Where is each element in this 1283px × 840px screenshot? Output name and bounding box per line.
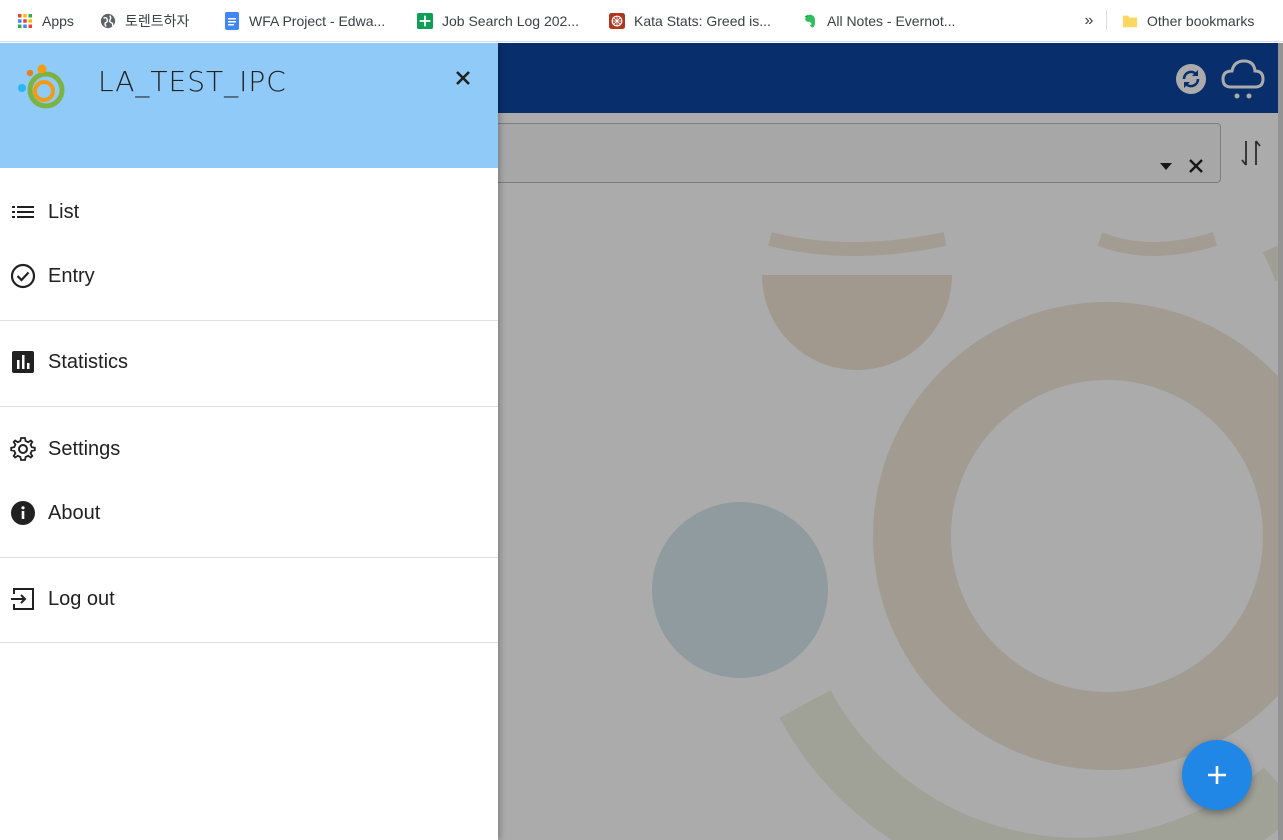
menu-item-logout[interactable]: Log out	[0, 573, 498, 625]
bookmark-wfa-project[interactable]: WFA Project - Edwa...	[216, 6, 393, 36]
bookmark-kata-stats[interactable]: Kata Stats: Greed is...	[601, 6, 779, 36]
bookmarks-bar: Apps 토렌트하자 WFA Project - Edwa... Job Sea…	[0, 0, 1283, 42]
other-bookmarks-button[interactable]: Other bookmarks	[1114, 6, 1262, 36]
info-icon	[10, 500, 36, 526]
apps-grid-icon	[17, 13, 33, 29]
google-sheets-icon	[417, 13, 433, 29]
google-docs-icon	[224, 12, 240, 30]
menu-item-about[interactable]: About	[0, 487, 498, 539]
logout-icon	[10, 586, 36, 612]
navigation-drawer: LA_TEST_IPC List Entry Statistics Settin…	[0, 43, 498, 840]
bookmark-label: Apps	[42, 13, 74, 29]
bookmark-apps[interactable]: Apps	[9, 6, 82, 36]
app-logo-icon	[18, 64, 65, 109]
menu-item-settings[interactable]: Settings	[0, 423, 498, 475]
app-window: LA_TEST_IPC List Entry Statistics Settin…	[0, 43, 1283, 840]
bookmarks-separator	[1106, 10, 1107, 30]
menu-item-label: Log out	[48, 587, 115, 610]
check-circle-icon	[10, 263, 36, 289]
bookmark-label: All Notes - Evernot...	[827, 13, 956, 29]
codewars-icon	[609, 13, 625, 29]
add-button[interactable]	[1182, 740, 1252, 810]
menu-item-label: List	[48, 200, 80, 223]
plus-icon	[1208, 766, 1226, 784]
menu-divider	[0, 642, 498, 643]
menu-item-label: Entry	[48, 264, 95, 287]
more-bookmarks-button[interactable]: »	[1080, 6, 1098, 36]
bookmark-job-search-log[interactable]: Job Search Log 202...	[409, 6, 587, 36]
evernote-icon	[802, 13, 818, 29]
bar-chart-icon	[10, 349, 36, 375]
menu-item-label: Settings	[48, 437, 121, 460]
menu-divider	[0, 557, 498, 558]
drawer-header: LA_TEST_IPC	[0, 43, 498, 168]
menu-item-statistics[interactable]: Statistics	[0, 336, 498, 388]
menu-item-label: Statistics	[48, 350, 129, 373]
bookmark-label: Other bookmarks	[1147, 13, 1255, 29]
drawer-title: LA_TEST_IPC	[98, 65, 287, 98]
bookmark-label: Job Search Log 202...	[442, 13, 579, 29]
menu-item-entry[interactable]: Entry	[0, 250, 498, 302]
globe-icon	[100, 13, 116, 29]
menu-divider	[0, 320, 498, 321]
menu-item-label: About	[48, 501, 101, 524]
list-icon	[10, 199, 36, 225]
folder-icon	[1122, 13, 1138, 29]
close-icon[interactable]	[450, 65, 476, 91]
bookmark-torrent[interactable]: 토렌트하자	[92, 6, 197, 36]
bookmark-label: WFA Project - Edwa...	[249, 13, 386, 29]
menu-divider	[0, 406, 498, 407]
gear-icon	[10, 436, 36, 462]
menu-item-list[interactable]: List	[0, 186, 498, 238]
bookmark-label: 토렌트하자	[125, 13, 190, 29]
bookmark-evernote[interactable]: All Notes - Evernot...	[794, 6, 963, 36]
bookmark-label: Kata Stats: Greed is...	[634, 13, 771, 29]
